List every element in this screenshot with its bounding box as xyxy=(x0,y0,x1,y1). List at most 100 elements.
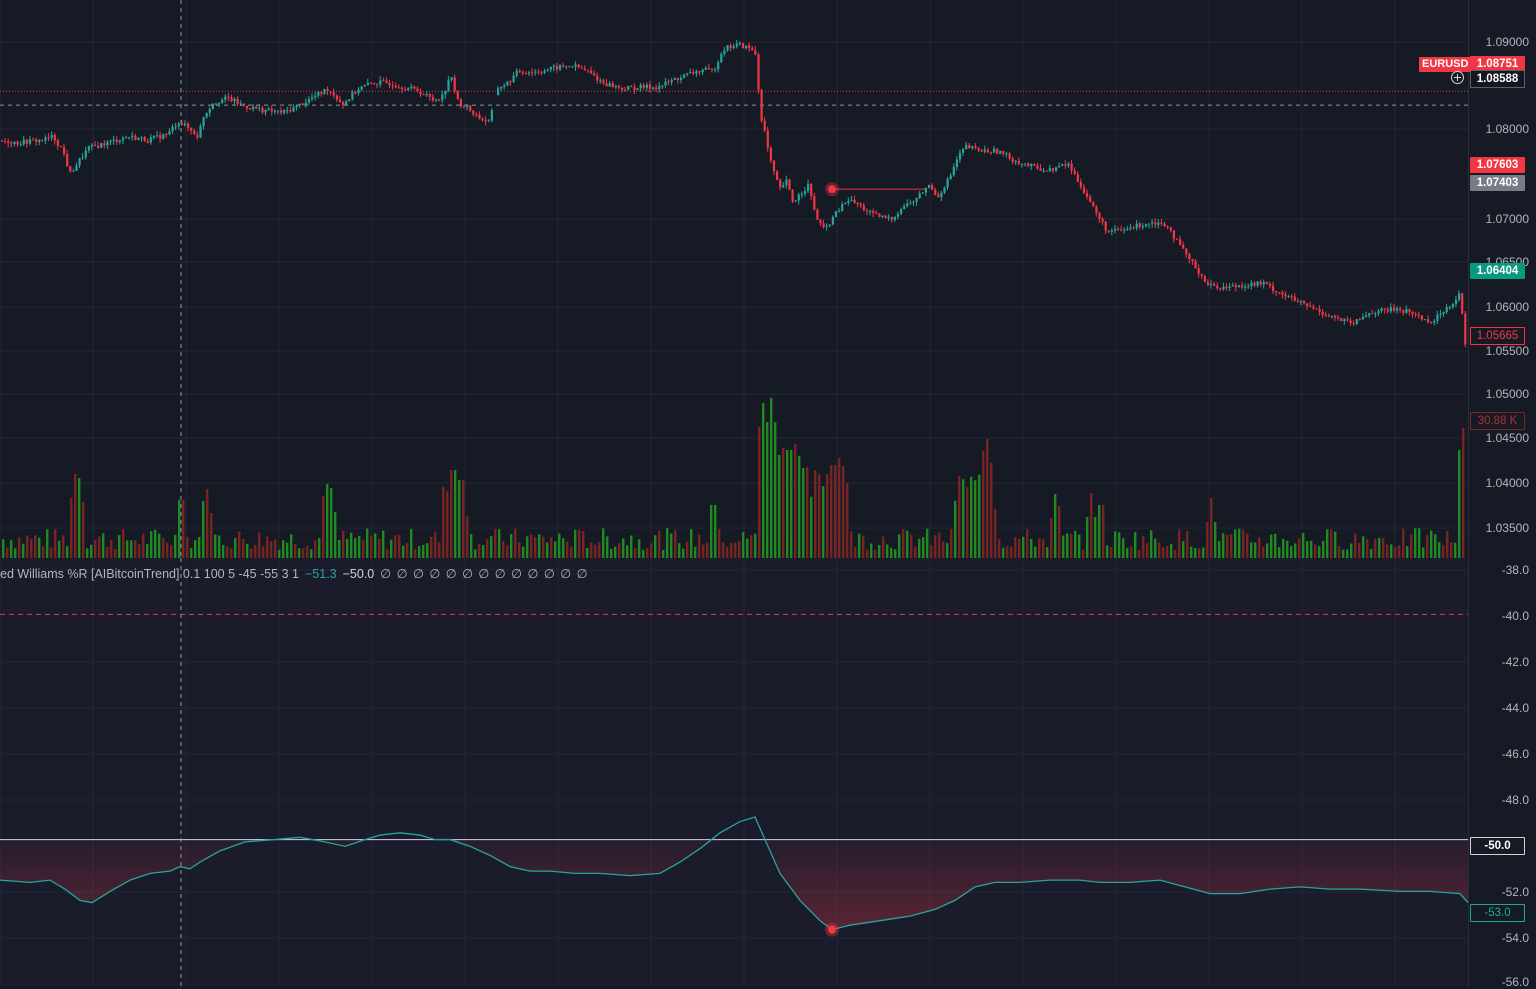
volume-bar xyxy=(494,529,497,558)
candle-body xyxy=(10,143,13,145)
volume-bar xyxy=(1314,544,1317,558)
candle-body xyxy=(816,209,819,220)
indicator-chart-canvas[interactable] xyxy=(0,558,1468,986)
candle-body xyxy=(1030,163,1033,167)
candle-body xyxy=(1461,293,1464,314)
volume-bar xyxy=(126,540,129,558)
candle-body xyxy=(1303,301,1306,304)
candle-body xyxy=(1436,314,1439,322)
candle-body xyxy=(875,213,878,215)
price-tick: 1.04500 xyxy=(1485,431,1529,445)
volume-bar xyxy=(882,536,885,558)
candle-body xyxy=(1352,323,1355,325)
volume-bar xyxy=(538,534,541,558)
volume-bar xyxy=(954,500,957,558)
candle-body xyxy=(1321,311,1324,315)
price-axis[interactable]: 1.09000 1.08000 1.07000 1.06500 1.06000 … xyxy=(1468,0,1536,989)
volume-bar xyxy=(1118,532,1121,558)
candle-body xyxy=(621,87,624,90)
volume-bar xyxy=(690,529,693,558)
volume-bar xyxy=(242,539,245,558)
candle-body xyxy=(128,137,131,139)
candle-body xyxy=(692,71,695,74)
candle-body xyxy=(165,134,168,136)
volume-bar xyxy=(578,529,581,558)
indicator-legend[interactable]: ed Williams %R [AIBitcoinTrend] 0.1 100 … xyxy=(0,566,589,581)
candle-body xyxy=(1179,239,1182,245)
indicator-current-badge: -53.0 xyxy=(1470,904,1525,922)
candle-body xyxy=(171,126,174,132)
volume-bar xyxy=(998,539,1001,558)
candle-body xyxy=(196,134,199,138)
candle-body xyxy=(974,146,977,148)
indicator-legend-title[interactable]: ed Williams %R [AIBitcoinTrend] 0.1 100 … xyxy=(0,567,299,581)
volume-bar xyxy=(1190,546,1193,558)
volume-bar xyxy=(530,534,533,558)
volume-bar xyxy=(450,470,453,558)
volume-bar xyxy=(670,533,673,558)
candle-body xyxy=(735,43,738,47)
candle-body xyxy=(611,83,614,88)
candle-body xyxy=(320,91,323,94)
candle-body xyxy=(90,144,94,147)
volume-bar xyxy=(1254,542,1257,558)
candle-body xyxy=(369,82,373,84)
price-pane[interactable] xyxy=(0,0,1468,558)
volume-bar xyxy=(1122,538,1125,558)
volume-bar xyxy=(250,548,253,558)
candle-body xyxy=(1346,319,1349,321)
candle-body xyxy=(838,211,841,213)
volume-bar xyxy=(1210,498,1213,558)
add-plus-icon[interactable] xyxy=(1451,71,1464,84)
volume-bar xyxy=(1382,538,1385,558)
candle-body xyxy=(673,78,676,81)
candle-body xyxy=(1104,221,1107,231)
volume-bar xyxy=(390,539,393,558)
candle-body xyxy=(1244,286,1247,288)
volume-bar xyxy=(694,546,697,558)
volume-bar xyxy=(742,532,745,558)
candle-body xyxy=(1197,268,1200,274)
candle-body xyxy=(56,140,59,146)
volume-bar xyxy=(1266,543,1269,558)
volume-bar xyxy=(1366,539,1369,558)
volume-bar xyxy=(1170,544,1173,558)
price-chart-canvas[interactable] xyxy=(0,0,1468,558)
volume-bar xyxy=(630,535,633,558)
candle-body xyxy=(227,96,230,98)
candle-body xyxy=(841,204,844,212)
candle-body xyxy=(481,118,484,120)
candle-body xyxy=(1405,308,1408,313)
candle-body xyxy=(391,85,394,87)
candle-body xyxy=(605,83,608,87)
candle-body xyxy=(78,158,81,166)
candle-body xyxy=(1417,314,1420,316)
indicator-tick: -40.0 xyxy=(1501,609,1529,623)
candle-body xyxy=(537,71,540,73)
volume-bar xyxy=(422,544,425,558)
candle-body xyxy=(1222,286,1225,290)
candle-body xyxy=(115,139,118,142)
candle-body xyxy=(726,45,729,51)
indicator-pane[interactable] xyxy=(0,558,1468,986)
candle-body xyxy=(810,183,813,196)
candle-body xyxy=(1265,282,1268,284)
candle-body xyxy=(1448,307,1451,309)
volume-bar xyxy=(474,549,477,558)
volume-bar xyxy=(30,539,33,558)
candle-body xyxy=(546,69,549,71)
candle-body xyxy=(562,65,565,67)
volume-bar xyxy=(498,529,501,558)
candle-body xyxy=(1439,313,1442,315)
volume-bar xyxy=(146,544,149,558)
candle-body xyxy=(624,89,627,91)
volume-bar xyxy=(2,539,5,558)
volume-bar xyxy=(722,542,725,558)
volume-bar xyxy=(170,545,173,558)
volume-bar xyxy=(1330,529,1333,558)
volume-bar xyxy=(910,534,913,558)
candle-body xyxy=(1110,230,1113,232)
candle-body xyxy=(25,139,28,144)
candle-body xyxy=(698,71,701,73)
volume-bar xyxy=(558,533,561,558)
